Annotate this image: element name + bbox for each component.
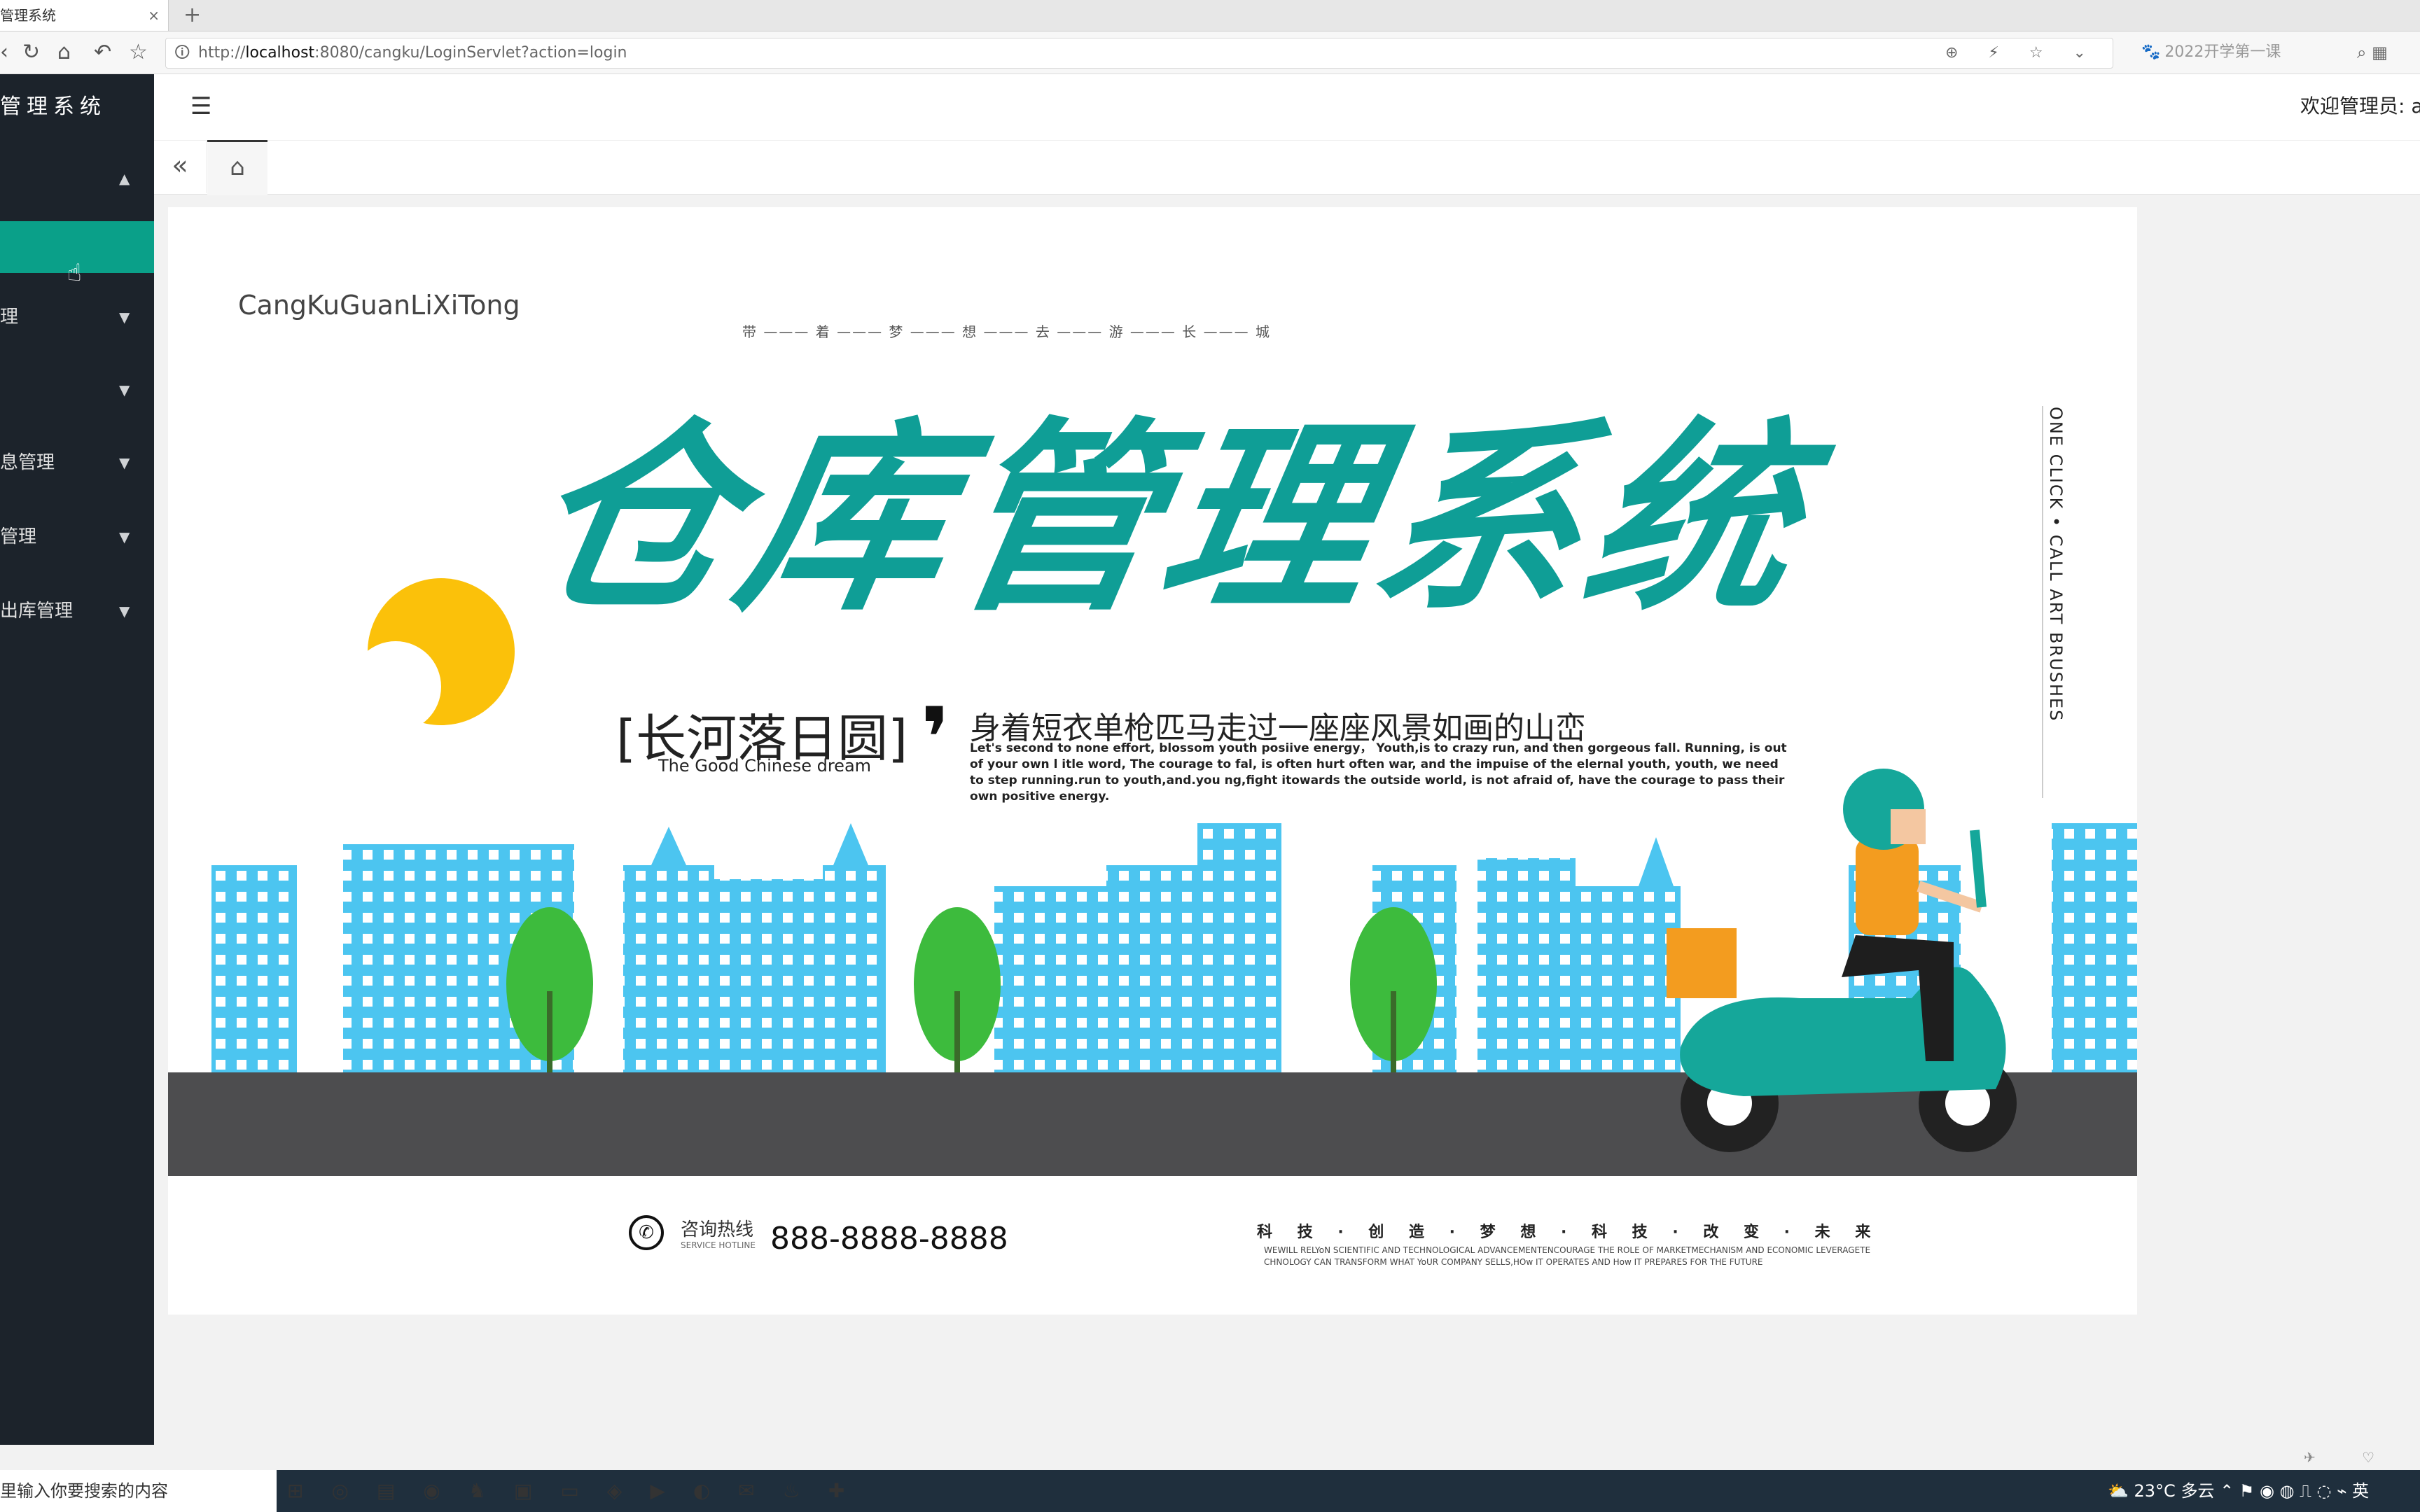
browser-search-text: 2022开学第一课 xyxy=(2164,43,2281,61)
caret-down-icon: ▼ xyxy=(119,528,130,545)
browser-tab-bar xyxy=(0,0,2420,31)
sidebar-item-2[interactable]: ▼ xyxy=(0,365,154,414)
home-icon[interactable]: ⌂ xyxy=(57,38,71,66)
hotline-label: 咨询热线 xyxy=(681,1219,754,1240)
new-tab-button[interactable]: + xyxy=(183,0,201,31)
sidebar-item-label: 息管理 xyxy=(0,452,55,473)
url-host: localhost xyxy=(245,44,315,62)
menu-toggle-icon[interactable]: ☰ xyxy=(190,92,211,120)
caret-down-icon: ▼ xyxy=(119,382,130,398)
browser-right-buttons[interactable]: ⌕ ▦ xyxy=(2357,38,2388,67)
sidebar-item-label: 出库管理 xyxy=(0,601,74,622)
poster-title: 仓库管理系统 xyxy=(511,400,1822,638)
url-tools-icons[interactable]: ⊕ ⚡ ☆ ⌄ xyxy=(1945,38,2099,68)
caret-down-icon: ▼ xyxy=(119,603,130,620)
tab-close-icon[interactable]: × xyxy=(148,0,160,31)
poster-slogan: 带 ——— 着 ——— 梦 ——— 想 ——— 去 ——— 游 ——— 长 ——… xyxy=(742,323,1272,340)
sun-shadow xyxy=(350,641,441,732)
sidebar-item-5[interactable]: 出库管理 ▼ xyxy=(0,587,154,636)
sidebar-item-3[interactable]: 息管理 ▼ xyxy=(0,438,154,487)
sidebar-item-1[interactable]: 理 ▼ xyxy=(0,293,154,342)
sidebar-item-label: 理 xyxy=(0,307,19,328)
sidebar-brand: 管理系统 xyxy=(0,94,106,119)
url-prefix: http:// xyxy=(198,44,246,62)
phone-icon: ✆ xyxy=(629,1215,664,1250)
browser-tab[interactable]: 管理系统 × xyxy=(0,0,169,31)
taskbar-search-placeholder: 里输入你要搜索的内容 xyxy=(0,1481,168,1501)
scroll-tabs-left-icon[interactable]: « xyxy=(154,140,207,193)
url-path: :8080/cangku/LoginServlet?action=login xyxy=(314,44,627,62)
poster-vertical-text: ONE CLICK • CALL ART BRUSHES xyxy=(2046,407,2066,722)
top-header xyxy=(154,74,2420,140)
back-icon[interactable]: ‹ xyxy=(0,38,8,66)
url-bar[interactable]: 🛈 http://localhost:8080/cangku/LoginServ… xyxy=(165,38,2113,69)
browser-status-icons[interactable]: ✈ ♡ ⎙ xyxy=(2304,1445,2420,1470)
undo-close-icon[interactable]: ↶ xyxy=(94,38,111,66)
reload-icon[interactable]: ↻ xyxy=(22,38,40,66)
hand-cursor-icon: ☝ xyxy=(67,259,82,287)
hotline-sublabel: SERVICE HOTLINE xyxy=(681,1240,756,1250)
hotline-number: 888-8888-8888 xyxy=(770,1221,1008,1256)
taskbar-app-icons[interactable]: ⊞◎▤◉♞▣▭◈▶◐✉♨✚ xyxy=(287,1470,872,1512)
browser-search-box[interactable]: 🐾 2022开学第一课 xyxy=(2141,38,2351,67)
welcome-text: 欢迎管理员: ad xyxy=(2300,94,2420,118)
security-shield-icon: 🛈 xyxy=(174,44,190,62)
taskbar-search-input[interactable]: 里输入你要搜索的内容 xyxy=(0,1470,277,1512)
taskbar-tray[interactable]: ⛅ 23°C 多云 ⌃ ⚑ ◉ ◍ ⎍ ◌ ⌁ 英 xyxy=(2108,1470,2369,1512)
delivery-scooter-illustration xyxy=(1660,767,2052,1162)
browser-tab-title: 管理系统 xyxy=(0,7,56,24)
paw-search-icon: 🐾 xyxy=(2141,43,2161,61)
welcome-poster: CangKuGuanLiXiTong 带 ——— 着 ——— 梦 ——— 想 —… xyxy=(168,207,2137,1315)
tech-slogan-en: WEWILL RELYoN SCIENTIFIC AND TECHNOLOGIC… xyxy=(1264,1245,1871,1267)
caret-down-icon: ▼ xyxy=(119,454,130,471)
poem-comma: ❜ xyxy=(921,690,950,788)
tech-slogan-cn: 科 技 · 创 造 · 梦 想 · 科 技 · 改 变 · 未 来 xyxy=(1257,1224,1881,1241)
sidebar-item-4[interactable]: 管理 ▼ xyxy=(0,512,154,561)
tab-home[interactable]: ⌂ xyxy=(207,140,267,195)
caret-up-icon: ▲ xyxy=(119,170,130,187)
poster-pinyin: CangKuGuanLiXiTong xyxy=(238,290,520,321)
caret-down-icon: ▼ xyxy=(119,309,130,326)
bookmark-star-icon[interactable]: ☆ xyxy=(129,38,148,66)
poem-left-subtitle: The Good Chinese dream xyxy=(658,756,872,776)
vertical-divider xyxy=(2042,406,2043,798)
sidebar-item-0[interactable]: ▲ xyxy=(0,154,154,203)
page-tab-strip xyxy=(154,140,2420,195)
sidebar-item-label: 管理 xyxy=(0,526,37,547)
